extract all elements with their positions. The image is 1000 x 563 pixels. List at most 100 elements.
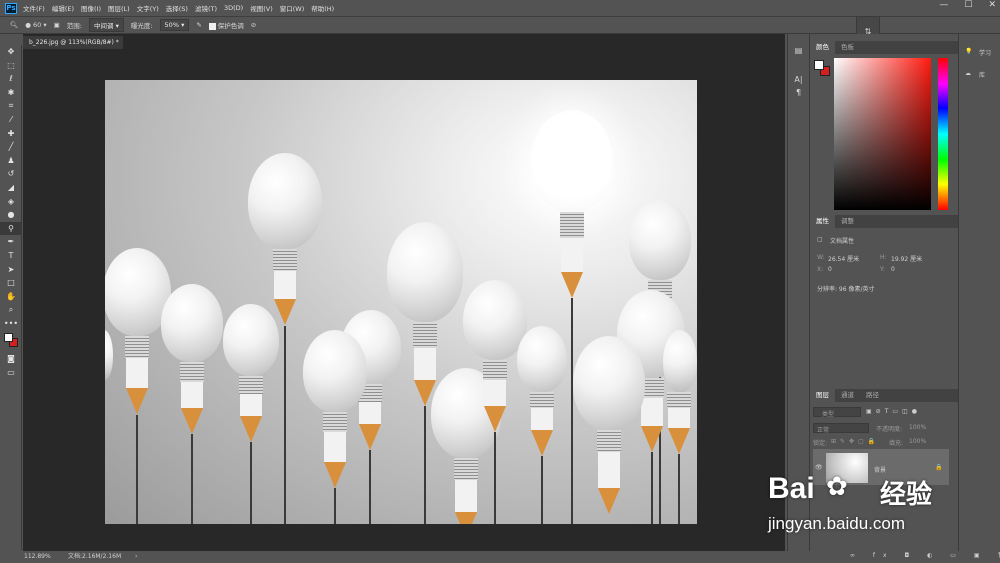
tab-swatches[interactable]: 色板 [835, 41, 860, 54]
exposure-input[interactable]: 50% ▾ [159, 19, 190, 31]
tab-layers[interactable]: 图层 [810, 389, 835, 402]
menu-help[interactable]: 帮助(H) [311, 3, 334, 13]
eyedropper-tool-icon[interactable]: ⁄ [0, 113, 22, 127]
layer-bottom-icons[interactable]: ∞ fx ◘ ◐ ▭ ▣ 🗑 [850, 552, 1000, 559]
opacity-value[interactable]: 100% [909, 424, 926, 431]
color-swatches[interactable] [0, 330, 22, 352]
tab-paths[interactable]: 路径 [860, 389, 885, 402]
tab-adjustments[interactable]: 调整 [835, 215, 860, 228]
height-value[interactable]: 19.92 厘米 [891, 254, 922, 263]
fill-label: 填充: [889, 440, 904, 447]
photoshop-logo: Ps [5, 2, 17, 14]
menu-filter[interactable]: 滤镜(T) [195, 3, 217, 13]
hand-tool-icon[interactable]: ✋ [0, 290, 22, 304]
close-button[interactable]: ✕ [988, 0, 996, 10]
exposure-value: 50% [164, 21, 179, 29]
rectangle-tool-icon[interactable]: □ [0, 276, 22, 290]
tab-properties[interactable]: 属性 [810, 215, 835, 228]
layers-panel-tabs: 图层 通道 路径 [810, 389, 959, 402]
bulb-pencil-left-edge [105, 330, 113, 380]
protect-tones-checkbox[interactable]: 保护色调 [208, 20, 244, 30]
history-panel-icon[interactable]: ▤ [788, 46, 809, 55]
width-label: W: [817, 254, 825, 261]
brush-tool-icon[interactable]: ╱ [0, 140, 22, 154]
quick-select-tool-icon[interactable]: ✱ [0, 86, 22, 100]
width-value[interactable]: 26.54 厘米 [828, 254, 859, 263]
gradient-tool-icon[interactable]: ◈ [0, 195, 22, 209]
document-tab[interactable]: b_226.jpg @ 113%(RGB/8#) * [23, 36, 123, 49]
properties-section-title: 文档属性 [830, 238, 855, 245]
height-label: H: [880, 254, 887, 261]
tab-color[interactable]: 颜色 [810, 41, 835, 54]
blend-mode-select[interactable]: 正常 [813, 423, 869, 434]
type-tool-icon[interactable]: T [0, 249, 22, 263]
hue-slider[interactable] [938, 58, 948, 210]
lock-label: 锁定: [813, 440, 828, 447]
pen-tool-icon[interactable]: ✒ [0, 235, 22, 249]
library-icon[interactable]: ☁ [965, 70, 971, 77]
menu-edit[interactable]: 编辑(E) [52, 3, 74, 13]
quick-mask-icon[interactable]: ◙ [0, 352, 22, 366]
foreground-color[interactable] [4, 333, 13, 343]
canvas-image[interactable] [105, 80, 697, 524]
watermark-brand-cn: 经验 [880, 480, 933, 510]
layer-filter-select[interactable]: 类型 [813, 407, 861, 418]
menu-select[interactable]: 选择(S) [166, 3, 188, 13]
y-label: Y: [880, 266, 885, 273]
stamp-tool-icon[interactable]: ♟ [0, 154, 22, 168]
dodge-tool-icon[interactable]: 🔍︎ [10, 21, 18, 29]
learn-label[interactable]: 学习 [979, 48, 991, 57]
checkbox-checked-icon [208, 22, 216, 30]
lasso-tool-icon[interactable]: ℓ [0, 72, 22, 86]
watermark-brand: Bai [768, 472, 815, 505]
maximize-button[interactable]: ☐ [964, 0, 972, 10]
dodge-tool-icon[interactable]: ⚲ [0, 221, 22, 236]
brush-settings-icon[interactable]: ▣ [54, 21, 60, 29]
zoom-tool-icon[interactable]: ⌕ [0, 303, 22, 317]
menu-type[interactable]: 文字(Y) [137, 3, 159, 13]
fill-value[interactable]: 100% [909, 438, 926, 445]
history-brush-icon[interactable]: ↺ [0, 167, 22, 181]
character-panel-icon[interactable]: A| [788, 75, 809, 84]
more-tools-icon[interactable]: ••• [0, 317, 22, 331]
airbrush-icon[interactable]: ✎ [196, 21, 201, 29]
y-value[interactable]: 0 [891, 266, 895, 273]
x-value[interactable]: 0 [828, 266, 832, 273]
library-label[interactable]: 库 [979, 70, 985, 79]
range-value: 中间调 [94, 22, 114, 30]
menu-view[interactable]: 视图(V) [250, 3, 273, 13]
learn-icon[interactable]: 💡 [965, 48, 972, 55]
brush-preset-picker[interactable]: ● 60 ▾ [25, 21, 46, 29]
eraser-tool-icon[interactable]: ◢ [0, 181, 22, 195]
brush-size-value: 60 [33, 21, 42, 29]
healing-tool-icon[interactable]: ✚ [0, 127, 22, 141]
crop-tool-icon[interactable]: ⌗ [0, 99, 22, 113]
status-menu-arrow-icon[interactable]: › [135, 551, 137, 563]
marquee-tool-icon[interactable]: ⬚ [0, 59, 22, 73]
minimize-button[interactable]: — [939, 0, 948, 10]
options-bar: 🔍︎ ● 60 ▾ ▣ 范围: 中间调 ▾ 曝光度: 50% ▾ ✎ 保护色调 … [0, 16, 1000, 34]
panel-foreground-swatch[interactable] [814, 60, 824, 70]
range-select[interactable]: 中间调 ▾ [89, 18, 124, 32]
protect-tones-label: 保护色调 [217, 22, 244, 30]
menu-layer[interactable]: 图层(L) [108, 3, 130, 13]
screen-mode-icon[interactable]: ▭ [0, 366, 22, 380]
lock-icons[interactable]: ⊞✎✥▢🔒 [831, 438, 879, 445]
menu-window[interactable]: 窗口(W) [280, 3, 305, 13]
layer-filter-icons[interactable]: ▣⊘T▭◫● [866, 408, 921, 415]
pressure-icon[interactable]: ⊘ [251, 21, 256, 29]
path-select-tool-icon[interactable]: ➤ [0, 263, 22, 277]
document-icon: ▢ [817, 236, 823, 243]
tab-channels[interactable]: 通道 [835, 389, 860, 402]
menu-file[interactable]: 文件(F) [23, 3, 45, 13]
menu-image[interactable]: 图像(I) [81, 3, 101, 13]
baidu-watermark: Bai ✿ 经验 jingyan.baidu.com [768, 470, 988, 550]
color-field[interactable] [834, 58, 931, 210]
range-label: 范围: [66, 22, 82, 30]
zoom-level[interactable]: 112.89% [24, 551, 51, 563]
blur-tool-icon[interactable]: ● [0, 208, 22, 222]
menu-3d[interactable]: 3D(D) [224, 4, 243, 12]
color-panel-tabs: 颜色 色板 [810, 41, 959, 54]
paragraph-panel-icon[interactable]: ¶ [788, 88, 809, 97]
move-tool-icon[interactable]: ✥ [0, 45, 22, 59]
